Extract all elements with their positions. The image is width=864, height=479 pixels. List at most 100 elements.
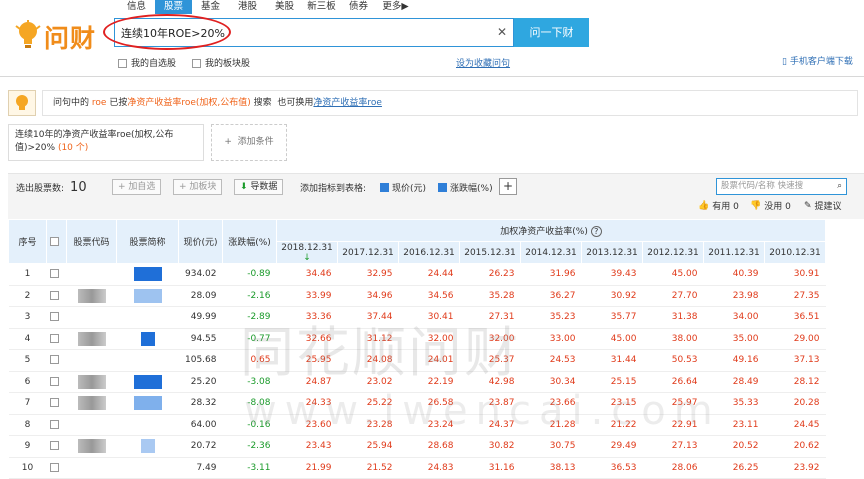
- add-condition-button[interactable]: + 添加条件: [211, 124, 287, 161]
- header-year[interactable]: 2011.12.31: [703, 241, 765, 264]
- header-year[interactable]: 2013.12.31: [581, 241, 643, 264]
- quick-search-input[interactable]: 股票代码/名称 快速搜 ⌕: [716, 178, 847, 195]
- row-select[interactable]: [46, 263, 67, 286]
- tab-stocks[interactable]: 股票: [155, 0, 192, 14]
- header-year[interactable]: 2017.12.31: [337, 241, 399, 264]
- stock-code[interactable]: [66, 328, 117, 350]
- tab-funds[interactable]: 基金: [192, 0, 229, 14]
- row-checkbox[interactable]: [50, 376, 59, 386]
- indicator-price-toggle[interactable]: 现价(元): [380, 181, 426, 194]
- header-year[interactable]: 2012.12.31: [642, 241, 704, 264]
- row-checkbox[interactable]: [50, 269, 59, 279]
- row-select[interactable]: [46, 349, 67, 372]
- stock-code[interactable]: [66, 414, 117, 436]
- tab-info[interactable]: 信息: [118, 0, 155, 14]
- tab-more[interactable]: 更多▶: [377, 0, 414, 14]
- row-checkbox[interactable]: [50, 441, 59, 451]
- tab-bonds[interactable]: 债券: [340, 0, 377, 14]
- table-row[interactable]: 8 64.00 -0.16 23.60 23.28 23.24 24.37 21.28 21.2…: [8, 414, 826, 436]
- row-select[interactable]: [46, 392, 67, 415]
- header-change[interactable]: 涨跌幅(%): [222, 219, 277, 264]
- stock-name[interactable]: [116, 435, 179, 458]
- row-checkbox[interactable]: [50, 333, 59, 343]
- my-stocks-option[interactable]: 我的自选股: [118, 56, 176, 69]
- checkbox[interactable]: [192, 59, 202, 68]
- stock-name[interactable]: [116, 328, 179, 350]
- mobile-download-link[interactable]: ▯ 手机客户端下载: [782, 54, 853, 67]
- stock-name[interactable]: [116, 371, 179, 393]
- select-all-checkbox[interactable]: [50, 236, 59, 246]
- stock-name[interactable]: [116, 392, 179, 415]
- suggest-button[interactable]: ✎ 提建议: [804, 199, 842, 213]
- row-select[interactable]: [46, 306, 67, 329]
- header-name[interactable]: 股票简称: [116, 219, 179, 264]
- table-row[interactable]: 3 49.99 -2.89 33.36 37.44 30.41 27.31 35.23 35.7…: [8, 306, 826, 329]
- stock-name[interactable]: [116, 414, 179, 436]
- stock-code[interactable]: [66, 435, 117, 458]
- tab-hk-stocks[interactable]: 港股: [229, 0, 266, 14]
- export-data-button[interactable]: ⬇ 导数据: [234, 179, 284, 195]
- useless-button[interactable]: 👎 没用 0: [750, 199, 791, 213]
- my-sectors-option[interactable]: 我的板块股: [192, 56, 250, 69]
- row-select[interactable]: [46, 371, 67, 393]
- clear-icon[interactable]: ✕: [497, 25, 507, 39]
- header-year[interactable]: 2018.12.31 ↓: [276, 241, 338, 264]
- header-price[interactable]: 现价(元): [178, 219, 223, 264]
- stock-name[interactable]: [116, 306, 179, 329]
- header-select-all[interactable]: [46, 219, 67, 264]
- stock-code[interactable]: [66, 285, 117, 307]
- row-select[interactable]: [46, 414, 67, 436]
- checkbox-checked[interactable]: [438, 183, 447, 192]
- table-row[interactable]: 10 7.49 -3.11 21.99 21.52 24.83 31.16 38.13 36.5…: [8, 457, 826, 479]
- useful-button[interactable]: 👍 有用 0: [698, 199, 739, 213]
- row-select[interactable]: [46, 435, 67, 458]
- header-year[interactable]: 2010.12.31: [764, 241, 826, 264]
- add-sector-button[interactable]: + 加板块: [173, 179, 223, 195]
- header-code[interactable]: 股票代码: [66, 219, 117, 264]
- search-icon[interactable]: ⌕: [837, 179, 842, 194]
- stock-code[interactable]: [66, 306, 117, 329]
- table-row[interactable]: 7 28.32 -8.08 24.33 25.22 26.58 23.87 23.66 23.1…: [8, 392, 826, 415]
- row-select[interactable]: [46, 457, 67, 479]
- roe-cell: 25.22: [337, 392, 399, 415]
- header-year[interactable]: 2014.12.31: [520, 241, 582, 264]
- stock-name[interactable]: [116, 263, 179, 286]
- stock-code[interactable]: [66, 349, 117, 372]
- table-row[interactable]: 9 20.72 -2.36 23.43 25.94 28.68 30.82 30.75 29.4…: [8, 435, 826, 458]
- checkbox-checked[interactable]: [380, 183, 389, 192]
- row-checkbox[interactable]: [50, 462, 59, 472]
- table-row[interactable]: 2 28.09 -2.16 33.99 34.96 34.56 35.28 36.27 30.9…: [8, 285, 826, 307]
- save-question-link[interactable]: 设为收藏问句: [456, 56, 510, 69]
- header-year[interactable]: 2015.12.31: [459, 241, 521, 264]
- add-indicator-button[interactable]: +: [499, 178, 517, 195]
- row-select[interactable]: [46, 328, 67, 350]
- row-checkbox[interactable]: [50, 355, 59, 365]
- stock-code[interactable]: [66, 371, 117, 393]
- tab-us-stocks[interactable]: 美股: [266, 0, 303, 14]
- stock-code[interactable]: [66, 392, 117, 415]
- stock-code[interactable]: [66, 457, 117, 479]
- logo[interactable]: 问财: [14, 16, 98, 53]
- stock-name[interactable]: [116, 457, 179, 479]
- help-icon[interactable]: ?: [590, 226, 602, 237]
- ask-button[interactable]: 问一下财: [514, 18, 589, 47]
- row-checkbox[interactable]: [50, 290, 59, 300]
- indicator-change-toggle[interactable]: 涨跌幅(%): [438, 181, 493, 194]
- row-select[interactable]: [46, 285, 67, 307]
- row-checkbox[interactable]: [50, 419, 59, 429]
- stock-code[interactable]: [66, 263, 117, 286]
- add-favorite-button[interactable]: + 加自选: [112, 179, 162, 195]
- alternative-indicator-link[interactable]: 净资产收益率roe: [313, 98, 382, 108]
- header-year[interactable]: 2016.12.31: [398, 241, 460, 264]
- condition-chip[interactable]: 连续10年的净资产收益率roe(加权,公布值)>20% (10 个): [8, 124, 204, 161]
- table-row[interactable]: 1 934.02 -0.89 34.46 32.95 24.44 26.23 31.96 39.…: [8, 263, 826, 286]
- table-row[interactable]: 6 25.20 -3.08 24.87 23.02 22.19 42.98 30.34 25.1…: [8, 371, 826, 393]
- row-checkbox[interactable]: [50, 398, 59, 408]
- row-checkbox[interactable]: [50, 312, 59, 322]
- stock-name[interactable]: [116, 285, 179, 307]
- tab-neeq[interactable]: 新三板: [303, 0, 340, 14]
- table-row[interactable]: 5 105.68 0.65 25.95 24.08 24.01 25.37 24.53 31.4…: [8, 349, 826, 372]
- table-row[interactable]: 4 94.55 -0.77 32.66 31.12 32.00 32.00 33.00 45.0…: [8, 328, 826, 350]
- stock-name[interactable]: [116, 349, 179, 372]
- checkbox[interactable]: [118, 59, 127, 68]
